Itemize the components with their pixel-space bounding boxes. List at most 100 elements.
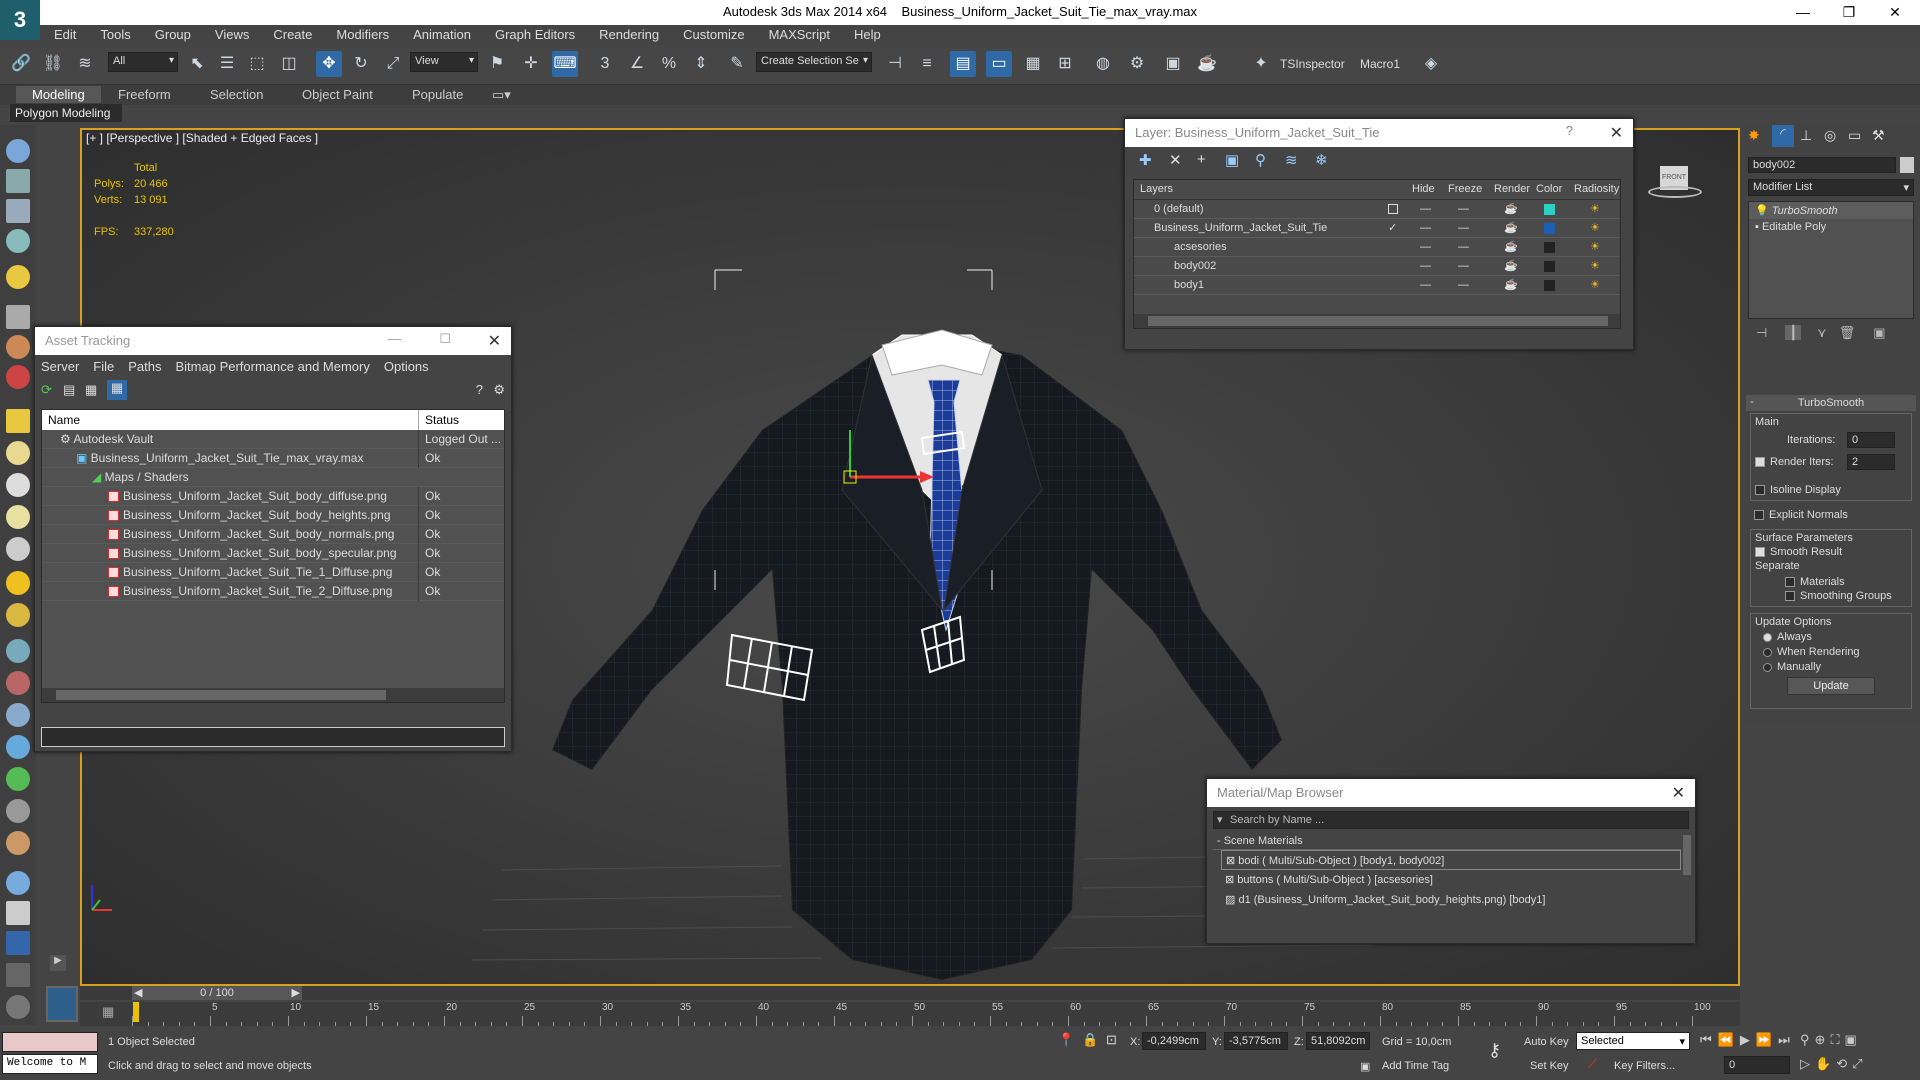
tool-icon-5[interactable]: [6, 305, 30, 329]
render-icon[interactable]: ☕: [1194, 51, 1220, 77]
thumbnail-icon[interactable]: ▦: [85, 382, 97, 398]
zoom-all-icon[interactable]: ⊕: [1815, 1032, 1831, 1047]
particle-icon[interactable]: [6, 639, 30, 663]
tool-icon-12[interactable]: [6, 871, 30, 895]
freeze-toggle[interactable]: —: [1458, 219, 1469, 238]
restore-icon[interactable]: ❐: [1826, 0, 1872, 25]
tab-object-paint[interactable]: Object Paint: [302, 87, 373, 102]
layer-row[interactable]: 0 (default) — — ☕ ☀: [1134, 200, 1620, 219]
macro-label[interactable]: Macro1: [1360, 57, 1400, 71]
help-icon[interactable]: [6, 995, 30, 1019]
object-name-field[interactable]: body002: [1748, 157, 1896, 173]
freeze-toggle[interactable]: —: [1458, 200, 1469, 219]
menu-modifiers[interactable]: Modifiers: [324, 25, 401, 42]
menu-paths[interactable]: Paths: [128, 359, 161, 374]
move-icon[interactable]: ✥: [316, 51, 342, 77]
viewcube[interactable]: FRONT: [1648, 162, 1702, 202]
when-rendering-radio[interactable]: [1763, 647, 1772, 657]
mini-curve-editor-icon[interactable]: [46, 986, 78, 1022]
globe-icon[interactable]: [6, 735, 30, 759]
create-tab-icon[interactable]: ✸: [1748, 127, 1760, 144]
materials-checkbox[interactable]: [1785, 577, 1795, 588]
menu-maxscript[interactable]: MAXScript: [757, 25, 842, 42]
add-time-tag[interactable]: Add Time Tag: [1382, 1060, 1449, 1072]
hierarchy-tab-icon[interactable]: ⊥: [1800, 127, 1812, 144]
z-coordinate-field[interactable]: 51,8092cm: [1306, 1032, 1370, 1050]
tool-icon-8[interactable]: [6, 671, 30, 695]
auto-key-button[interactable]: Auto Key: [1524, 1036, 1569, 1048]
table-view-icon[interactable]: ▦: [107, 380, 127, 400]
menu-edit[interactable]: Edit: [42, 25, 88, 42]
tab-modeling[interactable]: Modeling: [16, 86, 101, 103]
viewport-label[interactable]: [+ ] [Perspective ] [Shaded + Edged Face…: [86, 131, 318, 145]
layer-row[interactable]: body002 — — ☕ ☀: [1134, 257, 1620, 276]
pin-stack-icon[interactable]: ⊣: [1756, 325, 1767, 340]
maxscript-listener[interactable]: [2, 1032, 98, 1052]
render-frame-icon[interactable]: ▣: [1160, 51, 1186, 77]
tab-populate[interactable]: Populate: [412, 87, 463, 102]
tool-icon-2[interactable]: [6, 169, 30, 193]
list-view-icon[interactable]: ▤: [63, 382, 75, 398]
snap-3d-icon[interactable]: 3: [592, 51, 618, 77]
mirror-icon[interactable]: ⊣: [882, 51, 908, 77]
time-slider-track[interactable]: ◀ 0 / 100 ▶: [80, 986, 1740, 1000]
teapot-icon[interactable]: ☕: [1504, 219, 1518, 238]
material-item[interactable]: ⊠ bodi ( Multi/Sub-Object ) [body1, body…: [1221, 850, 1681, 870]
asset-row[interactable]: ▣ Business_Uniform_Jacket_Suit_Tie_max_v…: [42, 449, 504, 468]
time-tag-icon[interactable]: ▣: [1360, 1060, 1370, 1073]
goto-end-icon[interactable]: ⏭: [1778, 1032, 1796, 1047]
freeze-toggle[interactable]: —: [1458, 276, 1469, 295]
sphere-icon[interactable]: [6, 441, 30, 465]
x-coordinate-field[interactable]: -0,2499cm: [1142, 1032, 1206, 1050]
named-selection-dropdown[interactable]: Create Selection Se: [756, 52, 872, 72]
make-unique-icon[interactable]: ⋎: [1817, 325, 1827, 340]
turbosmooth-rollout-header[interactable]: - TurboSmooth: [1746, 395, 1916, 411]
dropdown-arrow-icon[interactable]: ▾: [1217, 813, 1223, 826]
hide-toggle[interactable]: —: [1420, 238, 1431, 257]
geosphere-icon[interactable]: [6, 603, 30, 627]
close-icon[interactable]: ✕: [488, 331, 501, 351]
tool-icon-14[interactable]: [6, 931, 30, 955]
maximize-icon[interactable]: ☐: [439, 331, 451, 347]
select-in-layer-icon[interactable]: ▣: [1225, 151, 1239, 169]
hide-toggle[interactable]: —: [1420, 200, 1431, 219]
rect-select-icon[interactable]: ⬚: [244, 51, 270, 77]
tool-icon-11[interactable]: [6, 831, 30, 855]
asset-row[interactable]: Business_Uniform_Jacket_Suit_body_specul…: [42, 544, 504, 563]
col-render[interactable]: Render: [1494, 183, 1530, 195]
cone-icon[interactable]: [6, 537, 30, 561]
layer-row[interactable]: Business_Uniform_Jacket_Suit_Tie ✓ — — ☕ ☀: [1134, 219, 1620, 238]
plant-icon[interactable]: [6, 767, 30, 791]
polygon-modeling-panel[interactable]: Polygon Modeling: [10, 104, 122, 122]
menu-animation[interactable]: Animation: [401, 25, 483, 42]
torus-icon[interactable]: [6, 505, 30, 529]
minimize-icon[interactable]: —: [388, 331, 401, 346]
col-radiosity[interactable]: Radiosity: [1574, 183, 1619, 195]
layer-color-swatch[interactable]: [1544, 280, 1555, 291]
menu-options[interactable]: Options: [384, 359, 429, 374]
scale-icon[interactable]: ⤢: [380, 51, 406, 77]
light-icon[interactable]: [6, 265, 30, 289]
menu-graph-editors[interactable]: Graph Editors: [483, 25, 587, 42]
asset-path-field[interactable]: [41, 727, 505, 747]
key-filters-button[interactable]: Key Filters...: [1614, 1060, 1675, 1072]
update-button[interactable]: Update: [1787, 677, 1875, 695]
asset-row[interactable]: Business_Uniform_Jacket_Suit_body_normal…: [42, 525, 504, 544]
smoothing-groups-checkbox[interactable]: [1785, 591, 1795, 602]
bind-spacewarp-icon[interactable]: ≋: [72, 51, 98, 77]
menu-bitmap-performance[interactable]: Bitmap Performance and Memory: [176, 359, 370, 374]
expand-arrow-icon[interactable]: ▶: [50, 955, 66, 971]
tool-icon-7[interactable]: [6, 365, 30, 389]
menu-server[interactable]: Server: [41, 359, 79, 374]
pan-icon[interactable]: ✋: [1815, 1056, 1836, 1071]
freeze-all-icon[interactable]: ❄: [1315, 151, 1328, 169]
close-icon[interactable]: ✕: [1672, 783, 1685, 803]
app-logo-icon[interactable]: 3: [0, 0, 40, 40]
show-end-result-icon[interactable]: ┃: [1785, 325, 1802, 340]
menu-rendering[interactable]: Rendering: [587, 25, 671, 42]
asset-row[interactable]: ⚙ Autodesk Vault Logged Out ...: [42, 430, 504, 449]
radiosity-icon[interactable]: ☀: [1590, 200, 1600, 219]
teapot-icon[interactable]: ☕: [1504, 257, 1518, 276]
horizontal-scrollbar[interactable]: [42, 688, 504, 702]
keyboard-shortcut-icon[interactable]: ⌨: [552, 51, 578, 77]
